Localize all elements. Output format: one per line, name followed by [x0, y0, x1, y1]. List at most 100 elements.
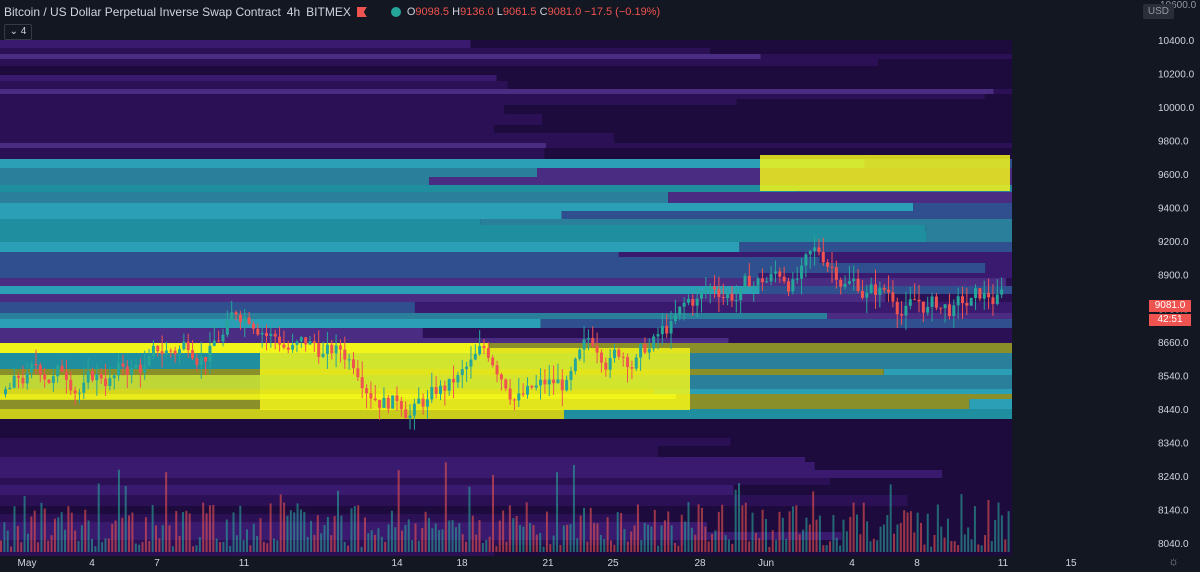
candle-body: [208, 345, 212, 362]
candle-body: [708, 286, 712, 290]
heatmap-row: [0, 54, 761, 59]
candle-body: [856, 278, 860, 292]
candle-body: [25, 372, 29, 384]
candle-body: [691, 299, 695, 306]
heatmap-row: [0, 506, 996, 514]
volume-bar: [859, 534, 862, 552]
volume-bar: [943, 537, 946, 552]
candle-body: [643, 344, 647, 353]
volume-bar: [286, 515, 289, 552]
symbol-title[interactable]: Bitcoin / US Dollar Perpetual Inverse Sw…: [4, 5, 281, 19]
heatmap-row: [827, 313, 1012, 319]
volume-bar: [738, 483, 741, 552]
volume-bar: [485, 539, 488, 552]
volume-bar: [987, 499, 990, 552]
candle-body: [673, 314, 677, 322]
candle-body: [121, 363, 125, 367]
volume-bar: [171, 546, 174, 552]
volume-bar: [866, 521, 869, 552]
candle-body: [425, 399, 429, 407]
volume-bar: [829, 541, 832, 552]
heatmap-row: [493, 125, 1013, 133]
volume-bar: [960, 494, 963, 552]
price-axis-label: 8040.0: [1158, 539, 1189, 550]
flag-icon[interactable]: [356, 7, 367, 17]
candle-body: [178, 349, 181, 355]
candle-body: [138, 364, 142, 373]
volume-bar: [279, 494, 282, 552]
volume-bar: [121, 517, 124, 552]
candle-body: [199, 357, 203, 365]
currency-label[interactable]: USD: [1142, 4, 1174, 19]
volume-bar: [144, 517, 147, 552]
candle-body: [499, 374, 503, 380]
time-axis-label: May: [18, 558, 37, 569]
candle-body: [465, 366, 469, 370]
volume-bar: [700, 507, 703, 552]
high-value: 9136.0: [460, 6, 494, 18]
volume-bar: [269, 503, 272, 552]
chart-canvas[interactable]: 10600.010400.010200.010000.09800.09600.0…: [0, 0, 1200, 572]
volume-bar: [266, 543, 269, 552]
volume-bar: [80, 525, 83, 552]
volume-bar: [525, 502, 528, 552]
volume-bar: [239, 505, 242, 552]
volume-bar: [101, 542, 104, 552]
volume-bar: [626, 541, 629, 552]
volume-bar: [515, 515, 518, 552]
candle-body: [921, 301, 925, 313]
volume-bar: [920, 522, 923, 552]
volume-bar: [876, 540, 879, 552]
volume-bar: [674, 542, 676, 552]
candle-body: [839, 279, 843, 287]
candle-body: [12, 375, 16, 388]
volume-bar: [374, 534, 377, 552]
candle-body: [647, 348, 651, 353]
volume-bar: [0, 540, 2, 552]
volume-bar: [930, 546, 933, 552]
candle-body: [817, 247, 821, 252]
candle-body: [460, 369, 464, 376]
candle-body: [521, 393, 525, 395]
candle-body: [852, 278, 856, 282]
heatmap-row: [0, 177, 430, 185]
volume-bar: [1004, 539, 1007, 552]
candle-body: [782, 276, 786, 282]
volume-bar: [488, 536, 491, 552]
volume-bar: [117, 469, 120, 552]
heatmap-row: [805, 457, 1012, 462]
candle-body: [939, 307, 943, 309]
volume-bar: [623, 529, 626, 552]
candle-body: [86, 371, 90, 383]
volume-bar: [680, 514, 683, 552]
volume-bar: [522, 526, 525, 552]
settings-gear-icon[interactable]: ☼: [1168, 555, 1180, 567]
volume-bar: [438, 530, 441, 552]
volume-bar: [444, 462, 447, 552]
candle-body: [743, 275, 747, 289]
volume-bar: [111, 523, 114, 552]
heatmap-row: [0, 159, 865, 168]
volume-bar: [192, 546, 195, 552]
candle-body: [356, 368, 360, 378]
candle-body: [317, 343, 321, 357]
volume-bar: [178, 535, 181, 552]
open-value: 9098.5: [415, 6, 450, 18]
candle-body: [947, 304, 951, 317]
volume-bar: [37, 542, 40, 552]
heatmap-row: [705, 66, 1012, 75]
volume-bar: [579, 515, 582, 552]
volume-bar: [822, 545, 825, 552]
volume-bar: [242, 540, 245, 552]
candle-body: [247, 317, 251, 324]
candle-body: [630, 367, 634, 369]
heatmap-row: [504, 105, 1012, 114]
candle-body: [17, 375, 21, 378]
heatmap-row: [760, 54, 1012, 59]
ohlc-values: O9098.5 H9136.0 L9061.5 C9081.0 −17.5 (−…: [406, 6, 661, 18]
volume-bar: [74, 530, 77, 552]
candle-body: [860, 291, 864, 298]
candle-body: [469, 359, 473, 367]
heatmap-row: [0, 231, 927, 242]
collapse-indicators-button[interactable]: ⌄ 4: [4, 24, 32, 40]
